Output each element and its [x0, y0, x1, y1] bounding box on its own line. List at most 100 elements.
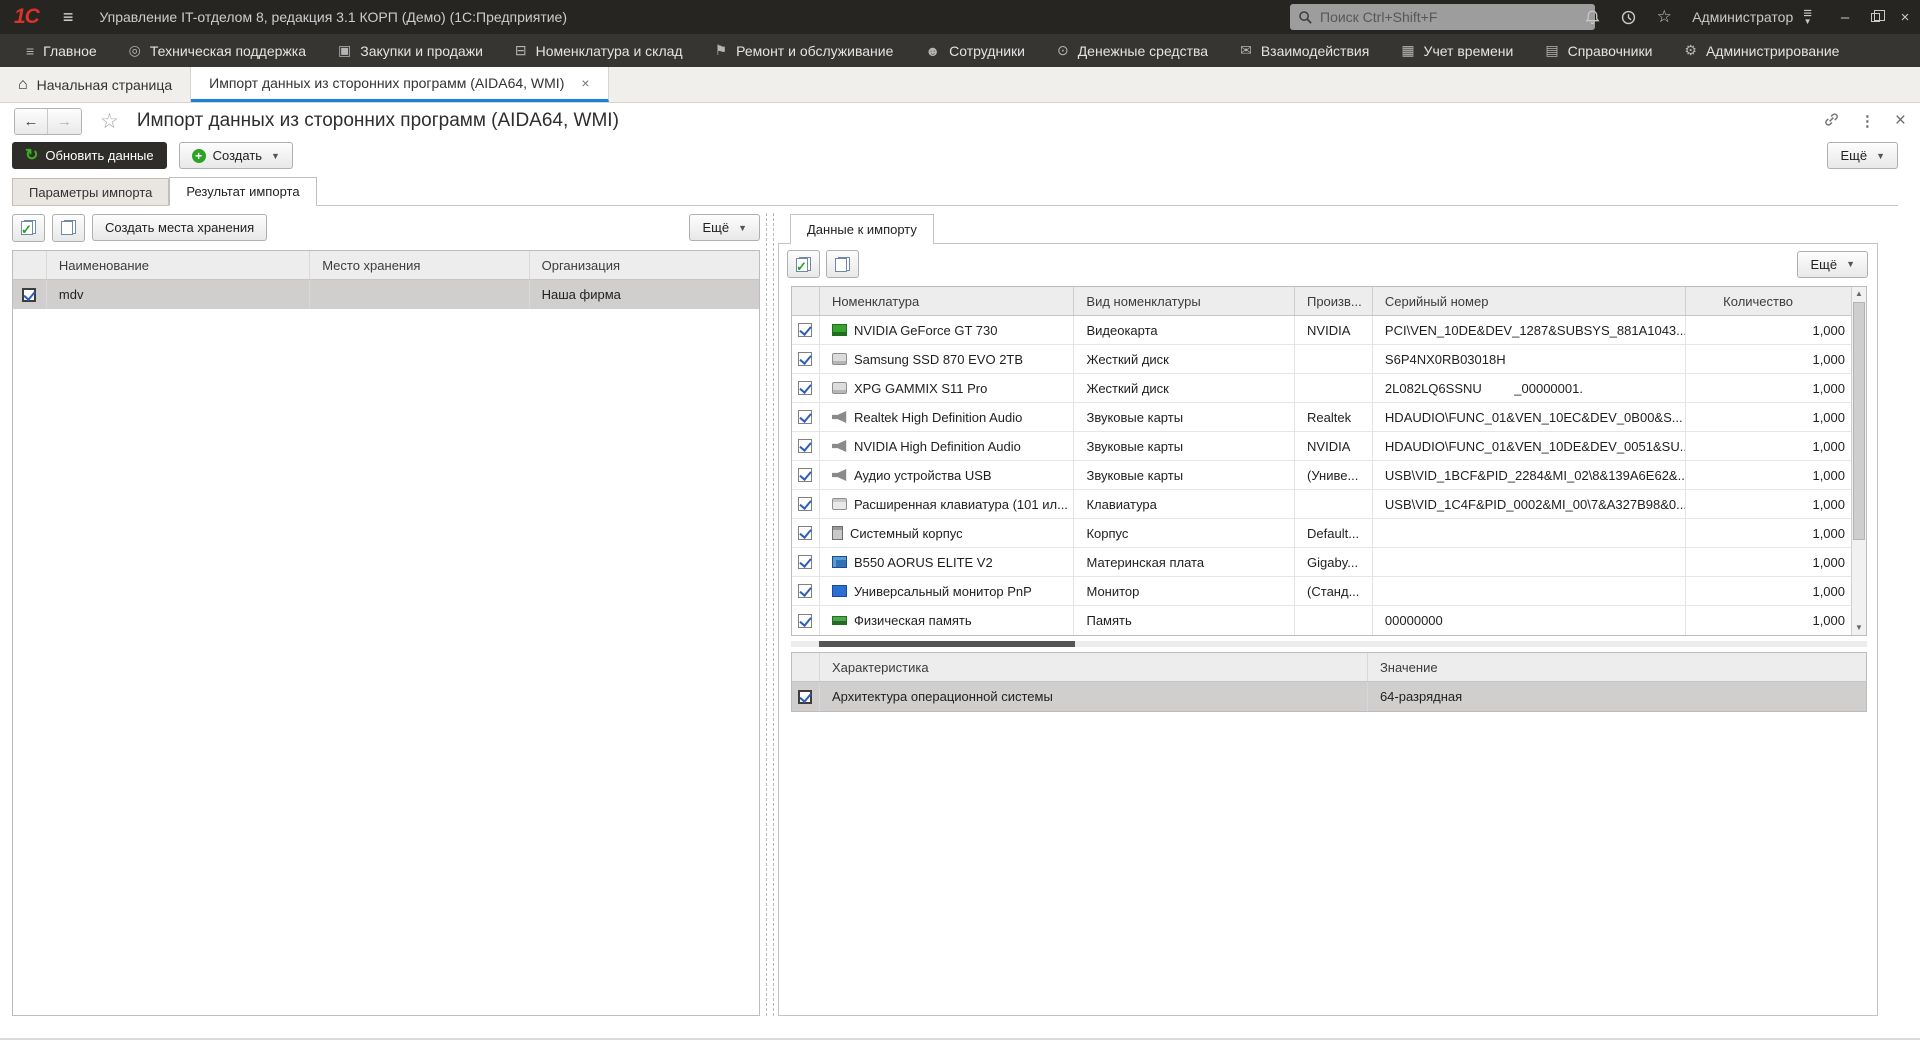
cell-serial[interactable]: 00000000 [1373, 606, 1686, 635]
more-button-right-panel[interactable]: Ещё ▼ [1797, 251, 1868, 278]
cell-serial[interactable]: S6P4NX0RB03018H [1373, 345, 1686, 373]
import-item-row[interactable]: NVIDIA GeForce GT 730 Видеокарта NVIDIA … [792, 316, 1851, 345]
header-nomenclature[interactable]: Номенклатура [820, 287, 1074, 315]
menu-item-repair-service[interactable]: ⚑ Ремонт и обслуживание [699, 34, 910, 67]
more-button-left-panel[interactable]: Ещё ▼ [689, 214, 760, 241]
header-vendor[interactable]: Произв... [1295, 287, 1373, 315]
restore-button[interactable] [1860, 0, 1890, 34]
cell-kind[interactable]: Жесткий диск [1074, 345, 1295, 373]
row-checkbox[interactable] [22, 288, 36, 302]
storage-table-row[interactable]: mdv Наша фирма [13, 280, 759, 309]
cell-quantity[interactable]: 1,000 [1686, 519, 1851, 547]
cell-serial[interactable]: USB\VID_1BCF&PID_2284&MI_02\8&139A6E62&.… [1373, 461, 1686, 489]
menu-item-tech-support[interactable]: ◎ Техническая поддержка [113, 34, 322, 67]
header-storage-place[interactable]: Место хранения [310, 251, 529, 279]
cell-vendor[interactable] [1295, 606, 1373, 635]
row-checkbox[interactable] [798, 614, 812, 628]
cell-storage-place[interactable] [310, 280, 529, 309]
header-serial-number[interactable]: Серийный номер [1373, 287, 1686, 315]
refresh-data-button[interactable]: ↻ Обновить данные [12, 142, 167, 169]
cell-kind[interactable]: Память [1074, 606, 1295, 635]
import-item-row[interactable]: NVIDIA High Definition Audio Звуковые ка… [792, 432, 1851, 461]
cell-vendor[interactable]: (Униве... [1295, 461, 1373, 489]
cell-quantity[interactable]: 1,000 [1686, 490, 1851, 518]
characteristic-row[interactable]: Архитектура операционной системы 64-разр… [792, 682, 1866, 711]
cell-vendor[interactable]: Gigaby... [1295, 548, 1373, 576]
cell-serial[interactable]: 2L082LQ6SSNU _00000001. [1373, 374, 1686, 402]
cell-serial[interactable] [1373, 577, 1686, 605]
menu-item-main[interactable]: ≡ Главное [10, 34, 113, 67]
history-icon[interactable] [1618, 7, 1638, 27]
vertical-scrollbar[interactable]: ▲ ▼ [1851, 287, 1866, 635]
cell-quantity[interactable]: 1,000 [1686, 432, 1851, 460]
menu-item-interactions[interactable]: ✉ Взаимодействия [1224, 34, 1385, 67]
cell-characteristic[interactable]: Архитектура операционной системы [820, 682, 1368, 711]
cell-value[interactable]: 64-разрядная [1368, 682, 1866, 711]
header-organization[interactable]: Организация [530, 251, 759, 279]
header-value[interactable]: Значение [1368, 653, 1866, 681]
tab-data-to-import[interactable]: Данные к импорту [790, 214, 934, 244]
cell-quantity[interactable]: 1,000 [1686, 403, 1851, 431]
import-item-row[interactable]: Физическая память Память 00000000 1,000 [792, 606, 1851, 635]
cell-vendor[interactable] [1295, 345, 1373, 373]
close-form-icon[interactable]: × [1895, 110, 1906, 132]
cell-kind[interactable]: Звуковые карты [1074, 432, 1295, 460]
cell-serial[interactable]: HDAUDIO\FUNC_01&VEN_10EC&DEV_0B00&S... [1373, 403, 1686, 431]
cell-organization[interactable]: Наша фирма [530, 280, 759, 309]
menu-item-time-tracking[interactable]: ▦ Учет времени [1385, 34, 1529, 67]
cell-vendor[interactable] [1295, 374, 1373, 402]
cell-vendor[interactable] [1295, 490, 1373, 518]
create-button[interactable]: + Создать ▼ [179, 142, 293, 169]
cell-quantity[interactable]: 1,000 [1686, 606, 1851, 635]
header-quantity[interactable]: Количество [1686, 287, 1851, 315]
row-checkbox[interactable] [798, 690, 812, 704]
cell-kind[interactable]: Звуковые карты [1074, 461, 1295, 489]
menu-item-purchases-sales[interactable]: ▣ Закупки и продажи [322, 34, 499, 67]
search-input[interactable]: Поиск Ctrl+Shift+F [1290, 4, 1595, 30]
panel-splitter[interactable] [766, 213, 774, 1016]
row-checkbox[interactable] [798, 439, 812, 453]
scroll-up-icon[interactable]: ▲ [1852, 287, 1866, 301]
main-menu-icon[interactable]: ≡ [63, 7, 74, 28]
cell-vendor[interactable]: NVIDIA [1295, 432, 1373, 460]
user-name[interactable]: Администратор [1692, 9, 1793, 25]
back-button[interactable]: ← [15, 109, 48, 134]
menu-item-employees[interactable]: ☻ Сотрудники [909, 34, 1041, 67]
cell-serial[interactable] [1373, 519, 1686, 547]
get-link-icon[interactable] [1823, 111, 1840, 131]
minimize-button[interactable]: – [1830, 0, 1860, 34]
header-characteristic[interactable]: Характеристика [820, 653, 1368, 681]
cell-kind[interactable]: Материнская плата [1074, 548, 1295, 576]
cell-quantity[interactable]: 1,000 [1686, 374, 1851, 402]
forward-button[interactable]: → [48, 109, 81, 134]
tab-close-icon[interactable]: × [581, 75, 589, 91]
scroll-down-icon[interactable]: ▼ [1852, 621, 1866, 635]
row-checkbox[interactable] [798, 497, 812, 511]
cell-serial[interactable]: HDAUDIO\FUNC_01&VEN_10DE&DEV_0051&SU... [1373, 432, 1686, 460]
tab-import-result[interactable]: Результат импорта [169, 177, 316, 206]
cell-quantity[interactable]: 1,000 [1686, 577, 1851, 605]
row-checkbox[interactable] [798, 323, 812, 337]
horizontal-scrollbar[interactable] [791, 641, 1867, 647]
user-menu-button[interactable]: ≡ ▼ [1803, 9, 1812, 25]
scrollbar-thumb[interactable] [819, 641, 1075, 647]
import-item-row[interactable]: Расширенная клавиатура (101 ил... Клавиа… [792, 490, 1851, 519]
cell-vendor[interactable]: Default... [1295, 519, 1373, 547]
row-checkbox[interactable] [798, 555, 812, 569]
more-actions-kebab-icon[interactable]: ⋮ [1860, 112, 1875, 130]
cell-vendor[interactable]: Realtek [1295, 403, 1373, 431]
menu-item-references[interactable]: ▤ Справочники [1529, 34, 1668, 67]
favorites-star-icon[interactable]: ☆ [1654, 7, 1674, 27]
import-item-row[interactable]: Samsung SSD 870 EVO 2TB Жесткий диск S6P… [792, 345, 1851, 374]
cell-serial[interactable]: PCI\VEN_10DE&DEV_1287&SUBSYS_881A1043... [1373, 316, 1686, 344]
uncheck-all-button[interactable] [826, 250, 859, 278]
tab-home-page[interactable]: ⌂ Начальная страница [0, 67, 191, 102]
import-item-row[interactable]: Универсальный монитор PnP Монитор (Станд… [792, 577, 1851, 606]
row-checkbox[interactable] [798, 526, 812, 540]
uncheck-all-button[interactable] [52, 214, 85, 242]
row-checkbox[interactable] [798, 584, 812, 598]
tab-import-parameters[interactable]: Параметры импорта [12, 178, 169, 205]
add-to-favorites-star-icon[interactable]: ☆ [100, 109, 119, 134]
check-all-button[interactable]: ✓ [787, 250, 820, 278]
more-button-main[interactable]: Ещё ▼ [1827, 142, 1898, 169]
